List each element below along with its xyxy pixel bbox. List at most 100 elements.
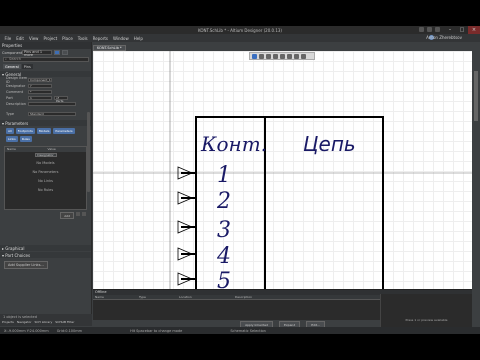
pin-number: 2 [216, 189, 231, 214]
minimize-icon[interactable]: – [444, 26, 456, 34]
pin-5[interactable]: 5 [177, 269, 231, 289]
coordinates-readout: X:-9.000mm Y:24.000mm [4, 328, 49, 333]
pin-1[interactable]: 1 [177, 163, 231, 188]
add-button[interactable]: Add [60, 212, 74, 219]
filter-parameters-button[interactable]: Parameters [53, 128, 75, 134]
title-toolbar [419, 27, 440, 32]
settings-icon[interactable] [435, 27, 440, 32]
column-header[interactable]: Type [137, 295, 177, 299]
open-icon[interactable] [427, 27, 432, 32]
menu-place[interactable]: Place [60, 36, 76, 41]
comment-field[interactable]: * [28, 90, 52, 94]
designator-param-cell[interactable]: Designator [34, 153, 57, 157]
column-header[interactable]: Name [93, 295, 137, 299]
list-item: No Links [38, 178, 53, 183]
menu-edit[interactable]: Edit [14, 36, 27, 41]
prop-label: Description [6, 102, 26, 106]
menu-help[interactable]: Help [131, 36, 145, 41]
description-field[interactable] [28, 102, 76, 106]
menu-project[interactable]: Project [41, 36, 60, 41]
filter-links-button[interactable]: Links [6, 136, 18, 142]
prop-type: Type Standard [0, 111, 91, 117]
component-filter-select[interactable]: Pins and 1 more [22, 50, 52, 57]
column-header[interactable]: Value [46, 147, 87, 152]
tab-projects[interactable]: Projects [2, 320, 14, 324]
move-tool-icon[interactable] [259, 53, 264, 59]
menu-window[interactable]: Window [110, 36, 131, 41]
mode-text: Schematic Selection [230, 328, 266, 333]
save-icon[interactable] [419, 27, 424, 32]
line-tool-icon[interactable] [287, 53, 292, 59]
prop-description: Description [0, 101, 91, 107]
section-parameters-label: Parameters [5, 120, 29, 126]
window-title: KONT.SchLib * - Altium Designer (20.0.13… [197, 27, 282, 33]
align-tool-icon[interactable] [273, 53, 278, 59]
parameter-filter-buttons: All Footprints Models Parameters Links R… [0, 126, 91, 144]
window-controls: – □ × [444, 26, 480, 34]
pin-4[interactable]: 4 [177, 244, 231, 269]
shape-tool-icon[interactable] [301, 53, 306, 59]
header-tsep: Цепь [303, 132, 356, 156]
tab-navigator[interactable]: Navigator [17, 320, 32, 324]
place-pin-icon[interactable] [280, 53, 285, 59]
list-item: No Rules [37, 187, 54, 192]
prop-label: Designator [6, 84, 26, 88]
panel-bottom-tabs: Projects Navigator SCH Library SCHLIB Fi… [0, 320, 92, 324]
schematic-canvas[interactable]: Конт. Цепь 1 2 3 4 5 [93, 51, 472, 289]
tab-sch-library[interactable]: SCH Library [35, 320, 53, 324]
text-tool-icon[interactable] [294, 53, 299, 59]
search-input[interactable]: ⌕ Search [3, 57, 89, 62]
prop-label: Design Item ID [6, 76, 28, 84]
properties-panel: Properties Component Pins and 1 more ⌕ S… [0, 42, 92, 326]
preview-area: Press 1 or preview available [380, 294, 472, 328]
user-name[interactable]: Anton Zherebtsov [426, 35, 462, 40]
filter-models-button[interactable]: Models [36, 128, 52, 134]
tab-schlib-filter[interactable]: SCHLIB Filter [55, 320, 74, 324]
section-graphical[interactable]: ▸ Graphical [0, 245, 91, 251]
pin-number: 3 [217, 218, 231, 243]
column-header[interactable]: Location [177, 295, 233, 299]
maximize-icon[interactable]: □ [456, 26, 468, 34]
filter-tool-icon[interactable] [252, 53, 257, 59]
filter-icon[interactable] [54, 50, 60, 55]
prop-label: Comment [6, 90, 24, 94]
search-placeholder: Search [9, 57, 22, 61]
filter-all-button[interactable]: All [6, 128, 14, 134]
design-item-id-field[interactable]: Component_1 [28, 78, 52, 82]
menu-file[interactable]: File [2, 36, 14, 41]
prop-label: Part [6, 96, 13, 100]
pin-number: 1 [217, 163, 231, 188]
menu-reports[interactable]: Reports [90, 36, 110, 41]
panel-scrollbar[interactable] [87, 112, 90, 192]
close-icon[interactable]: × [468, 26, 480, 34]
designator-field[interactable]: ? [28, 84, 52, 88]
select-tool-icon[interactable] [266, 53, 271, 59]
part-field[interactable]: 1 [28, 96, 52, 100]
parts-count: of Parts [54, 96, 68, 102]
menu-bar: File Edit View Project Place Tools Repor… [0, 34, 480, 42]
add-supplier-links-button[interactable]: Add Supplier Links... [4, 261, 48, 269]
column-header[interactable]: Name [5, 147, 46, 152]
delete-icon[interactable] [82, 212, 86, 216]
options-icon[interactable] [62, 50, 68, 55]
section-part-choices[interactable]: ▾ Part Choices [0, 252, 91, 258]
filter-footprints-button[interactable]: Footprints [15, 128, 35, 134]
app-window: KONT.SchLib * - Altium Designer (20.0.13… [0, 26, 480, 334]
menu-tools[interactable]: Tools [75, 36, 90, 41]
panel-footer: 1 object is selected Projects Navigator … [0, 314, 92, 326]
menu-view[interactable]: View [26, 36, 41, 41]
tab-pins[interactable]: Pins [21, 64, 33, 69]
edit-icon[interactable] [76, 212, 80, 216]
tab-general[interactable]: General [3, 64, 21, 69]
column-header[interactable]: Description [233, 295, 293, 299]
schematic-drawing: Конт. Цепь 1 2 3 4 5 [93, 51, 472, 289]
panel-title: Properties [0, 42, 91, 49]
type-select[interactable]: Standard [28, 112, 76, 116]
filter-rules-button[interactable]: Rules [19, 136, 32, 142]
hint-text: Hit Spacebar to change mode [130, 328, 183, 333]
status-bar: X:-9.000mm Y:24.000mm Grid:0.100mm Hit S… [0, 327, 480, 334]
pin-2[interactable]: 2 [177, 189, 231, 214]
list-item: No Parameters [32, 169, 59, 174]
vertical-scrollbar[interactable] [474, 71, 478, 121]
pin-3[interactable]: 3 [177, 218, 231, 243]
